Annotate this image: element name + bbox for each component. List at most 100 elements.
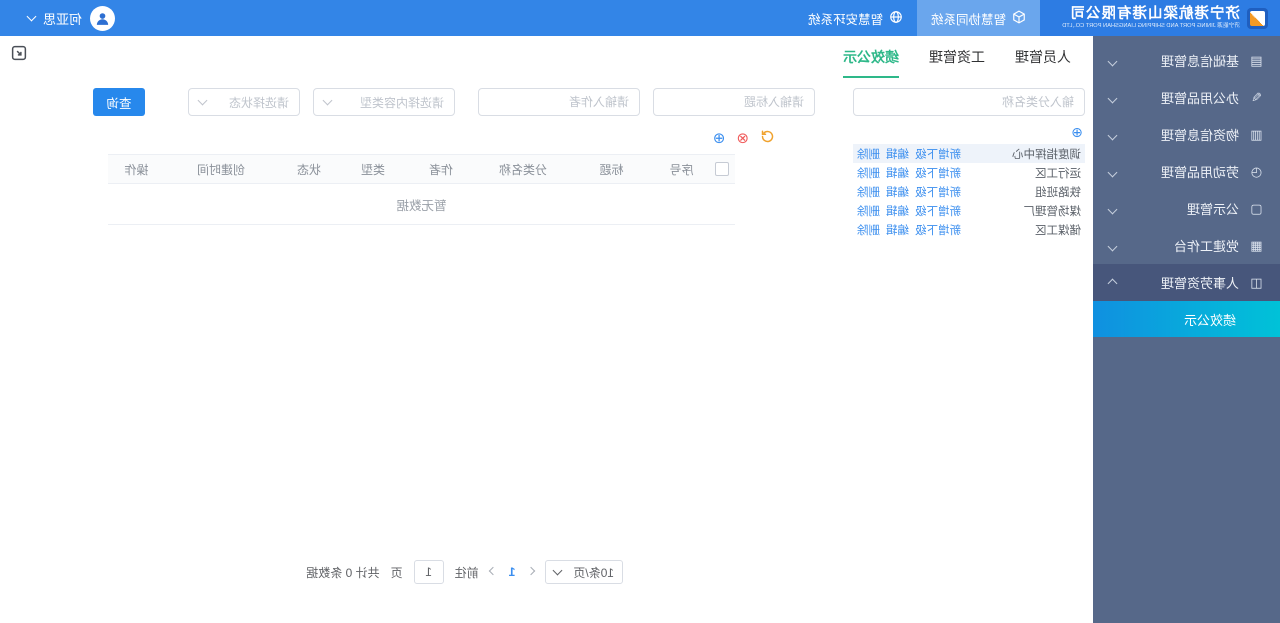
- avatar: [90, 5, 116, 31]
- next-page-button[interactable]: [488, 566, 497, 575]
- status-select[interactable]: 请选择状态: [188, 88, 300, 116]
- delete-link[interactable]: 删除: [857, 184, 880, 200]
- sidebar-subitem-performance-notice[interactable]: 绩效公示: [1093, 301, 1280, 337]
- logo: 济宁港航梁山港有限公司 济宁能源 JINING PORT AND SHIPPIN…: [1040, 0, 1280, 36]
- edit-link[interactable]: 编辑: [886, 146, 909, 162]
- panel-toggle-icon[interactable]: [10, 44, 28, 62]
- chevron-down-icon: [1107, 164, 1118, 179]
- tree-node[interactable]: 储煤工区 新增下级 编辑 删除: [853, 220, 1085, 239]
- tab-personnel[interactable]: 人员管理: [1015, 47, 1071, 78]
- pencil-icon: ✎: [1251, 89, 1262, 105]
- company-name-en: 济宁能源 JINING PORT AND SHIPPING LIANGSHAN …: [1062, 22, 1240, 29]
- archive-icon: ▤: [1250, 52, 1263, 68]
- chevron-down-icon: [197, 95, 208, 106]
- content-type-select[interactable]: 请选择内容类型: [313, 88, 455, 116]
- tab-salary[interactable]: 工资管理: [929, 47, 985, 78]
- title-input[interactable]: [653, 88, 815, 116]
- sidebar-item-materials-info[interactable]: ▥ 物资信息管理: [1093, 116, 1280, 153]
- add-category-button[interactable]: ⊕: [1067, 124, 1083, 140]
- author-input[interactable]: [478, 88, 640, 116]
- delete-link[interactable]: 删除: [857, 222, 880, 238]
- company-logo-icon: [1247, 7, 1268, 29]
- chevron-up-icon: [1107, 275, 1118, 290]
- user-menu[interactable]: 何亚思: [26, 0, 116, 36]
- add-record-icon[interactable]: ⊕: [713, 130, 726, 147]
- sidebar-item-label: 公示管理: [1186, 202, 1239, 217]
- sidebar-item-basic-info[interactable]: ▤ 基础信息管理: [1093, 42, 1280, 79]
- table-toolbar: ⊗ ⊕: [713, 129, 775, 147]
- sidebar-item-label: 办公用品管理: [1160, 91, 1239, 106]
- page-size-select[interactable]: 10条/页: [545, 560, 623, 584]
- system-tab-label: 智慧安环系统: [807, 12, 883, 27]
- edit-link[interactable]: 编辑: [886, 222, 909, 238]
- column-header: 操作: [108, 154, 165, 184]
- delete-link[interactable]: 删除: [857, 165, 880, 181]
- sidebar-item-office-supplies[interactable]: ✎ 办公用品管理: [1093, 79, 1280, 116]
- tree-node-name: 铁路班组: [1035, 186, 1081, 199]
- content-area: 人员管理 工资管理 绩效公示 ⊕ 调度指挥中心 新增下级 编辑 删除 运行工区 …: [0, 36, 1093, 623]
- column-header: 分类名称: [477, 154, 569, 184]
- refresh-icon[interactable]: [760, 129, 775, 147]
- tree-node-name: 运行工区: [1035, 167, 1081, 180]
- tree-node[interactable]: 调度指挥中心 新增下级 编辑 删除: [853, 144, 1085, 163]
- column-header: 序号: [654, 154, 709, 184]
- sidebar-item-label: 劳动用品管理: [1160, 165, 1239, 180]
- empty-state-text: 暂无数据: [108, 183, 735, 225]
- goto-page-input[interactable]: [413, 560, 444, 584]
- sidebar-item-label: 党建工作台: [1173, 239, 1239, 254]
- column-header: 状态: [277, 154, 341, 184]
- tree-node[interactable]: 煤场管理厂 新增下级 编辑 删除: [853, 201, 1085, 220]
- grid-icon: ▦: [1250, 237, 1263, 253]
- pagination: 10条/页 1 前往 页 共计 0 条数据: [306, 560, 623, 584]
- column-header: 作者: [405, 154, 477, 184]
- tree-node-name: 储煤工区: [1035, 224, 1081, 237]
- chevron-down-icon: [1107, 90, 1118, 105]
- system-tab-collaboration[interactable]: 智慧协同系统: [916, 0, 1040, 36]
- delete-link[interactable]: 删除: [857, 146, 880, 162]
- sidebar-item-labor-supplies[interactable]: ◷ 劳动用品管理: [1093, 153, 1280, 190]
- content-tabs: 人员管理 工资管理 绩效公示: [843, 47, 1071, 78]
- page-number-button[interactable]: 1: [507, 565, 518, 579]
- add-child-link[interactable]: 新增下级: [915, 184, 961, 200]
- edit-link[interactable]: 编辑: [886, 203, 909, 219]
- sidebar: ▤ 基础信息管理 ✎ 办公用品管理 ▥ 物资信息管理 ◷ 劳动用品管理 ▢ 公示…: [1093, 36, 1280, 623]
- top-bar: 济宁港航梁山港有限公司 济宁能源 JINING PORT AND SHIPPIN…: [0, 0, 1280, 36]
- materials-icon: ▥: [1250, 126, 1263, 142]
- sidebar-item-label: 人事劳资管理: [1160, 276, 1239, 291]
- add-child-link[interactable]: 新增下级: [915, 165, 961, 181]
- batch-delete-icon[interactable]: ⊗: [736, 130, 749, 147]
- tree-node[interactable]: 铁路班组 新增下级 编辑 删除: [853, 182, 1085, 201]
- prev-page-button[interactable]: [527, 566, 536, 575]
- globe-icon: [889, 10, 903, 27]
- table-header-row: 序号 标题 分类名称 作者 类型 状态 创建时间 操作: [108, 154, 735, 184]
- records-table: 序号 标题 分类名称 作者 类型 状态 创建时间 操作 暂无数据: [108, 154, 735, 225]
- chevron-down-icon: [1107, 53, 1118, 68]
- cube-icon: [1012, 9, 1026, 27]
- delete-link[interactable]: 删除: [857, 203, 880, 219]
- add-child-link[interactable]: 新增下级: [915, 146, 961, 162]
- page-size-value: 10条/页: [573, 565, 614, 580]
- sidebar-item-label: 物资信息管理: [1160, 128, 1239, 143]
- tab-performance-notice[interactable]: 绩效公示: [843, 47, 899, 78]
- sidebar-item-hr-labor[interactable]: ◫ 人事劳资管理: [1093, 264, 1280, 301]
- user-name: 何亚思: [43, 11, 83, 27]
- edit-link[interactable]: 编辑: [886, 165, 909, 181]
- clock-icon: ◷: [1250, 163, 1263, 179]
- search-button[interactable]: 查询: [93, 88, 145, 116]
- chevron-down-icon: [322, 95, 333, 106]
- sidebar-item-label: 基础信息管理: [1160, 54, 1239, 69]
- goto-label-suffix: 页: [390, 565, 403, 580]
- category-search-input[interactable]: [853, 88, 1085, 116]
- edit-link[interactable]: 编辑: [886, 184, 909, 200]
- add-child-link[interactable]: 新增下级: [915, 222, 961, 238]
- chevron-down-icon: [1107, 238, 1118, 253]
- sidebar-item-party-workbench[interactable]: ▦ 党建工作台: [1093, 227, 1280, 264]
- chevron-down-icon: [1107, 201, 1118, 216]
- select-all-checkbox[interactable]: [715, 162, 729, 177]
- sidebar-item-public-notice[interactable]: ▢ 公示管理: [1093, 190, 1280, 227]
- system-tab-safety[interactable]: 智慧安环系统: [794, 0, 917, 36]
- column-header: 标题: [569, 154, 654, 184]
- add-child-link[interactable]: 新增下级: [915, 203, 961, 219]
- sidebar-subitem-label: 绩效公示: [1183, 312, 1236, 328]
- tree-node[interactable]: 运行工区 新增下级 编辑 删除: [853, 163, 1085, 182]
